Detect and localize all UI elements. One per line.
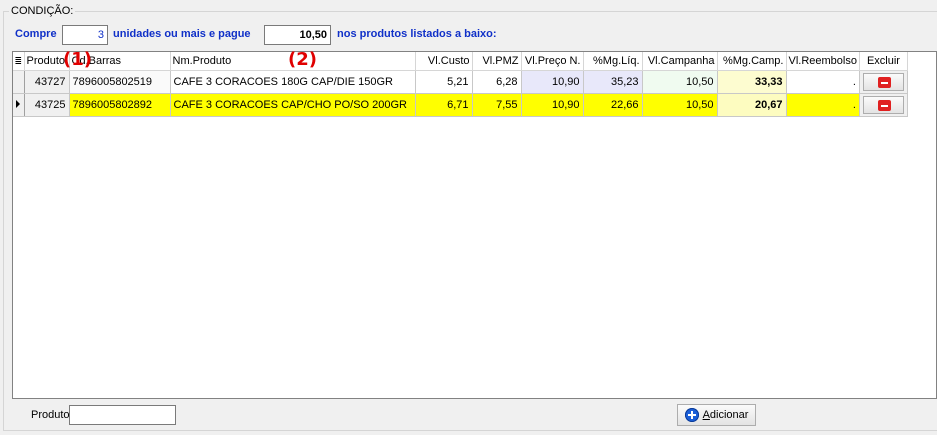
label-products: nos produtos listados a baixo: (337, 28, 497, 40)
condition-title: CONDIÇÃO: (9, 5, 76, 17)
row-indicator[interactable] (13, 70, 25, 94)
cell-campanha[interactable]: 10,50 (642, 93, 718, 117)
cell-barras[interactable]: 7896005802892 (69, 93, 171, 117)
delete-row-button[interactable] (862, 96, 904, 114)
table-row[interactable]: 43727 7896005802519 CAFE 3 CORACOES 180G… (13, 70, 908, 94)
cell-barras[interactable]: 7896005802519 (69, 70, 171, 94)
cell-pmz[interactable]: 7,55 (472, 93, 522, 117)
annotation-marker-1: (1) (63, 49, 92, 70)
cell-mgliq[interactable]: 35,23 (583, 70, 643, 94)
col-preco[interactable]: Vl.Preço N. (521, 52, 584, 71)
cell-mgliq[interactable]: 22,66 (583, 93, 643, 117)
col-custo[interactable]: Vl.Custo (415, 52, 473, 71)
delete-row-button[interactable] (862, 73, 904, 91)
cell-reembolso[interactable]: . (786, 93, 860, 117)
annotation-marker-2: (2) (288, 49, 317, 70)
cell-nome[interactable]: CAFE 3 CORACOES 180G CAP/DIE 150GR (170, 70, 416, 94)
produto-label: Produto (31, 409, 70, 421)
col-excluir[interactable]: Excluir (859, 52, 908, 71)
cell-custo[interactable]: 5,21 (415, 70, 473, 94)
cell-produto[interactable]: 43725 (24, 93, 70, 117)
cell-excluir (859, 93, 908, 117)
table-row-selected[interactable]: 43725 7896005802892 CAFE 3 CORACOES CAP/… (13, 93, 908, 117)
cell-preco[interactable]: 10,90 (521, 70, 584, 94)
cell-reembolso[interactable]: . (786, 70, 860, 94)
add-button-accelerator: A (702, 409, 710, 421)
col-campanha[interactable]: Vl.Campanha (642, 52, 718, 71)
cell-mgcamp[interactable]: 20,67 (717, 93, 787, 117)
label-compre: Compre (15, 28, 57, 40)
minus-icon (877, 100, 891, 111)
cell-custo[interactable]: 6,71 (415, 93, 473, 117)
plus-circle-icon (684, 408, 699, 422)
cell-campanha[interactable]: 10,50 (642, 70, 718, 94)
col-reembolso[interactable]: Vl.Reembolso (786, 52, 860, 71)
cell-pmz[interactable]: 6,28 (472, 70, 522, 94)
col-mgliq[interactable]: %Mg.Líq. (583, 52, 643, 71)
cell-produto[interactable]: 43727 (24, 70, 70, 94)
col-mgcamp[interactable]: %Mg.Camp. (717, 52, 787, 71)
price-input[interactable] (264, 25, 331, 45)
minus-icon (877, 77, 891, 88)
current-row-arrow-icon (16, 100, 21, 108)
quantity-input[interactable] (62, 25, 108, 45)
grid-menu-icon[interactable]: ≣ (13, 52, 25, 71)
label-units: unidades ou mais e pague (113, 28, 251, 40)
grid-header: ≣ Produto Cd.Barras Nm.Produto Vl.Custo … (13, 52, 908, 71)
products-grid[interactable]: ≣ Produto Cd.Barras Nm.Produto Vl.Custo … (12, 51, 937, 399)
row-indicator[interactable] (13, 93, 25, 117)
add-button-label: Adicionar (703, 409, 749, 421)
col-pmz[interactable]: Vl.PMZ (472, 52, 522, 71)
cell-nome[interactable]: CAFE 3 CORACOES CAP/CHO PO/SO 200GR (170, 93, 416, 117)
add-button-label-rest: dicionar (709, 409, 749, 421)
add-button[interactable]: Adicionar (677, 404, 756, 426)
cell-mgcamp[interactable]: 33,33 (717, 70, 787, 94)
cell-preco[interactable]: 10,90 (521, 93, 584, 117)
products-table: ≣ Produto Cd.Barras Nm.Produto Vl.Custo … (13, 52, 908, 117)
produto-input[interactable] (69, 405, 176, 425)
cell-excluir (859, 70, 908, 94)
